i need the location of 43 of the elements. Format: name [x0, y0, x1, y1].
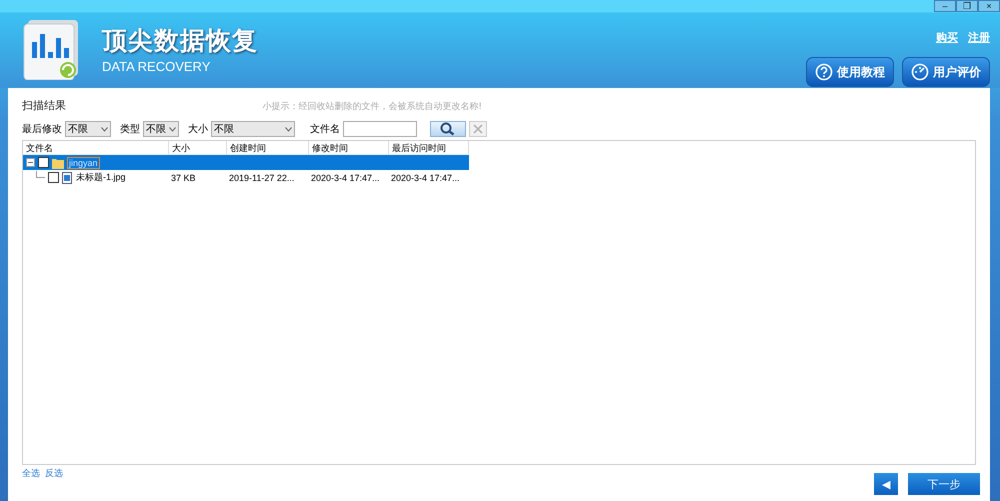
file-name[interactable]: jingyan — [67, 156, 100, 168]
window-control-button[interactable]: ❐ — [956, 0, 978, 12]
table-row[interactable]: 未标题-1.jpg 37 KB 2019-11-27 22... 2020-3-4 17:47... 2020-3-4 17:47... — [23, 170, 469, 185]
gauge-icon — [911, 63, 929, 81]
app-subtitle: DATA RECOVERY — [102, 59, 212, 74]
checkbox[interactable] — [48, 172, 59, 183]
search-icon — [440, 122, 456, 136]
help-icon — [815, 63, 833, 81]
table-cell-text: 2019-11-27 22... — [228, 172, 296, 182]
table-row[interactable]: jingyan — [23, 155, 469, 170]
collapse-icon[interactable] — [26, 158, 35, 167]
filter-label: 大小 — [188, 122, 208, 136]
filter-label: 类型 — [120, 122, 140, 136]
chevron-down-icon — [101, 126, 108, 132]
filter-label: 最后修改 — [22, 122, 62, 136]
next-button[interactable]: 下一步 — [908, 473, 980, 495]
select-link[interactable]: 全选 — [22, 467, 40, 480]
chevron-down-icon — [169, 126, 176, 132]
filename-field[interactable] — [343, 121, 417, 137]
window-control-button[interactable]: – — [934, 0, 956, 12]
filter-dropdown[interactable]: 不限 — [211, 121, 295, 137]
folder-icon — [52, 156, 64, 168]
select-link[interactable]: 反选 — [45, 467, 63, 480]
section-title: 扫描结果 — [22, 98, 66, 113]
filter-label: 文件名 — [310, 122, 340, 136]
tree-line — [36, 171, 45, 178]
search-button[interactable] — [430, 121, 466, 137]
table-cell-text: 2020-3-4 17:47... — [390, 172, 461, 182]
filter-dropdown[interactable]: 不限 — [65, 121, 111, 137]
table-cell-text: 2020-3-4 17:47... — [310, 172, 381, 182]
window-control-button[interactable]: × — [978, 0, 1000, 12]
back-button[interactable]: ◀ — [874, 473, 898, 495]
header-button[interactable]: 使用教程 — [806, 57, 894, 87]
image-file-icon — [62, 172, 72, 184]
hint-text: 小提示：经回收站删除的文件，会被系统自动更改名称! — [262, 100, 482, 113]
filter-dropdown[interactable]: 不限 — [143, 121, 179, 137]
header-button[interactable]: 用户评价 — [902, 57, 990, 87]
close-icon — [473, 124, 483, 134]
app-title: 顶尖数据恢复 — [102, 25, 258, 57]
chevron-down-icon — [285, 126, 292, 132]
table-cell-text: 37 KB — [170, 172, 197, 182]
file-name[interactable]: 未标题-1.jpg — [75, 171, 127, 184]
checkbox[interactable] — [38, 157, 49, 168]
